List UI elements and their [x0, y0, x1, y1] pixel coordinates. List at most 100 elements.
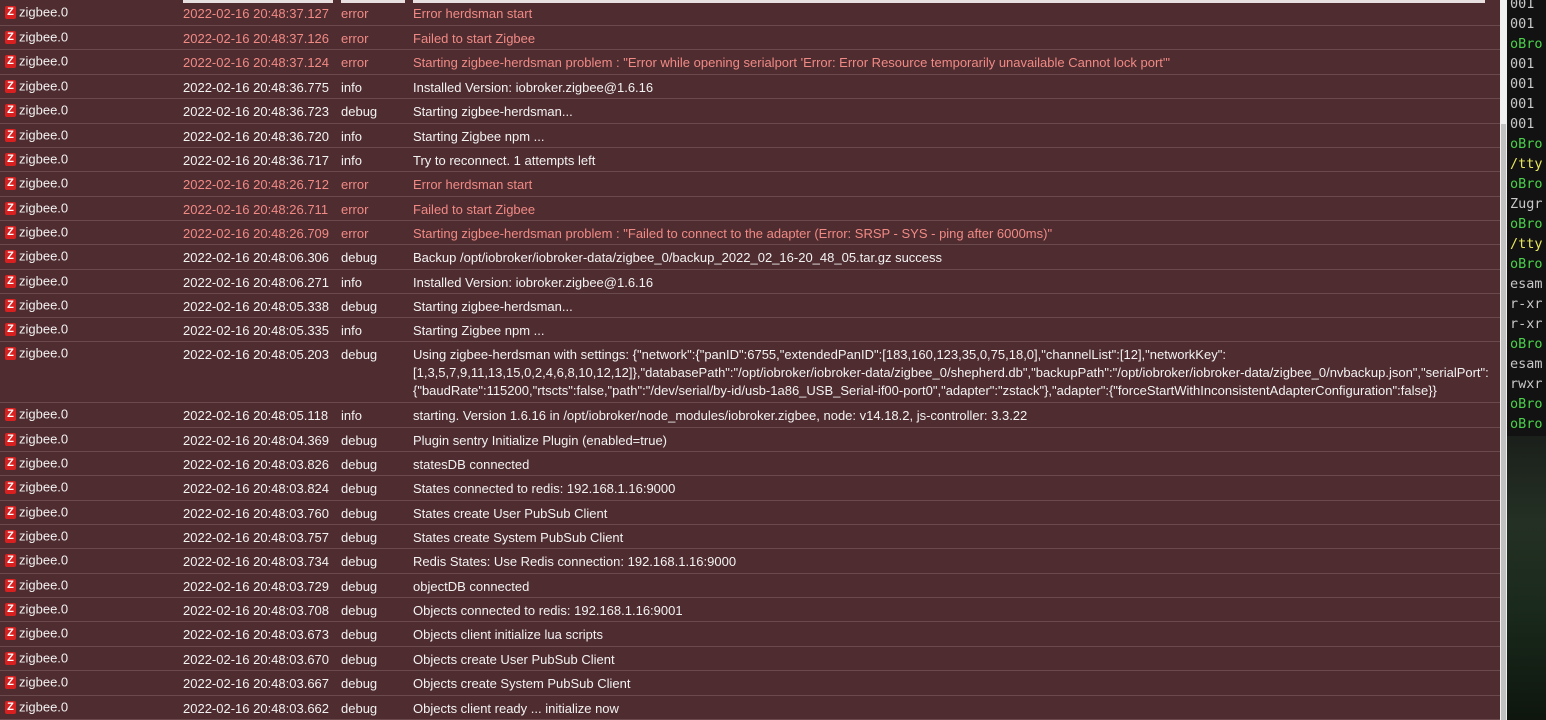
- log-row[interactable]: Zzigbee.0 2022-02-16 20:48:37.124 error Sta…: [0, 50, 1500, 75]
- zigbee-adapter-icon: Z: [5, 153, 16, 167]
- log-message: States create System PubSub Client: [413, 530, 624, 545]
- log-row[interactable]: Zzigbee.0 2022-02-16 20:48:05.335 info Star…: [0, 318, 1500, 342]
- log-row[interactable]: Zzigbee.0 2022-02-16 20:48:36.775 info Inst…: [0, 75, 1500, 99]
- log-source-name: zigbee.0: [19, 151, 69, 167]
- terminal-line: 001: [1510, 116, 1535, 132]
- log-row[interactable]: Zzigbee.0 2022-02-16 20:48:37.127 error Err…: [0, 0, 1500, 26]
- log-severity: info: [341, 153, 362, 168]
- log-source-name: zigbee.0: [19, 345, 69, 361]
- terminal-line: oBro: [1510, 336, 1543, 352]
- log-row[interactable]: Zzigbee.0 2022-02-16 20:48:26.712 error Err…: [0, 172, 1500, 197]
- log-time: 2022-02-16 20:48:37.126: [183, 31, 330, 46]
- log-message: objectDB connected: [413, 579, 530, 594]
- log-row[interactable]: Zzigbee.0 2022-02-16 20:48:05.203 debug Usi…: [0, 342, 1500, 403]
- log-severity: error: [341, 55, 369, 70]
- log-source-name: zigbee.0: [19, 4, 69, 20]
- log-row[interactable]: Zzigbee.0 2022-02-16 20:48:03.826 debug sta…: [0, 452, 1500, 476]
- log-source: Zzigbee.0: [5, 698, 68, 717]
- log-row[interactable]: Zzigbee.0 2022-02-16 20:48:05.338 debug Sta…: [0, 294, 1500, 318]
- log-source: Zzigbee.0: [5, 3, 68, 22]
- zigbee-adapter-icon: Z: [5, 55, 16, 69]
- log-source: Zzigbee.0: [5, 150, 68, 169]
- log-source: Zzigbee.0: [5, 649, 68, 668]
- log-source: Zzigbee.0: [5, 600, 68, 619]
- log-time: 2022-02-16 20:48:03.667: [183, 676, 330, 691]
- log-message: Objects create User PubSub Client: [413, 652, 615, 667]
- log-row[interactable]: Zzigbee.0 2022-02-16 20:48:36.723 debug Sta…: [0, 99, 1500, 124]
- zigbee-adapter-icon: Z: [5, 104, 16, 118]
- log-severity: debug: [341, 652, 378, 667]
- log-message: Installed Version: iobroker.zigbee@1.6.1…: [413, 275, 654, 290]
- log-severity: error: [341, 202, 369, 217]
- log-row[interactable]: Zzigbee.0 2022-02-16 20:48:03.667 debug Obj…: [0, 671, 1500, 696]
- log-source: Zzigbee.0: [5, 272, 68, 291]
- log-source: Zzigbee.0: [5, 296, 68, 315]
- scrollbar[interactable]: [1500, 0, 1507, 720]
- log-source-name: zigbee.0: [19, 200, 69, 216]
- log-row[interactable]: Zzigbee.0 2022-02-16 20:48:03.673 debug Obj…: [0, 622, 1500, 647]
- log-row[interactable]: Zzigbee.0 2022-02-16 20:48:37.126 error Fai…: [0, 26, 1500, 50]
- zigbee-adapter-icon: Z: [5, 457, 16, 471]
- log-row[interactable]: Zzigbee.0 2022-02-16 20:48:04.369 debug Plu…: [0, 428, 1500, 452]
- log-source: Zzigbee.0: [5, 28, 68, 47]
- zigbee-adapter-icon: Z: [5, 6, 16, 20]
- log-source: Zzigbee.0: [5, 344, 68, 363]
- log-row[interactable]: Zzigbee.0 2022-02-16 20:48:36.720 info Star…: [0, 124, 1500, 148]
- log-row[interactable]: Zzigbee.0 2022-02-16 20:48:03.824 debug Sta…: [0, 476, 1500, 501]
- scrollbar-thumb[interactable]: [1501, 124, 1506, 720]
- log-row[interactable]: Zzigbee.0 2022-02-16 20:48:03.670 debug Obj…: [0, 647, 1500, 671]
- log-severity: debug: [341, 554, 378, 569]
- terminal-line: rwxr: [1510, 376, 1543, 392]
- log-message: Error herdsman start: [413, 177, 533, 192]
- log-source-name: zigbee.0: [19, 297, 69, 313]
- log-row[interactable]: Zzigbee.0 2022-02-16 20:48:03.757 debug Sta…: [0, 525, 1500, 549]
- log-severity: debug: [341, 530, 378, 545]
- log-row[interactable]: Zzigbee.0 2022-02-16 20:48:03.734 debug Red…: [0, 549, 1500, 574]
- log-row[interactable]: Zzigbee.0 2022-02-16 20:48:26.709 error Sta…: [0, 221, 1500, 245]
- log-time: 2022-02-16 20:48:37.124: [183, 55, 330, 70]
- zigbee-adapter-icon: Z: [5, 202, 16, 216]
- log-row[interactable]: Zzigbee.0 2022-02-16 20:48:05.118 info star…: [0, 403, 1500, 428]
- terminal-line: esam: [1510, 276, 1543, 292]
- log-row[interactable]: Zzigbee.0 2022-02-16 20:48:03.729 debug obj…: [0, 574, 1500, 598]
- desktop-background: [1507, 436, 1546, 720]
- log-source: Zzigbee.0: [5, 405, 68, 424]
- log-row[interactable]: Zzigbee.0 2022-02-16 20:48:03.708 debug Obj…: [0, 598, 1500, 622]
- log-severity: debug: [341, 627, 378, 642]
- log-message: Starting zigbee-herdsman...: [413, 104, 573, 119]
- log-source-name: zigbee.0: [19, 504, 69, 520]
- log-severity: info: [341, 323, 362, 338]
- log-message: Starting zigbee-herdsman problem : "Erro…: [413, 55, 1170, 70]
- log-row[interactable]: Zzigbee.0 2022-02-16 20:48:03.662 debug Obj…: [0, 696, 1500, 720]
- log-row[interactable]: Zzigbee.0 2022-02-16 20:48:06.271 info Inst…: [0, 270, 1500, 294]
- log-source-name: zigbee.0: [19, 321, 69, 337]
- log-time: 2022-02-16 20:48:26.712: [183, 177, 330, 192]
- log-time: 2022-02-16 20:48:36.720: [183, 129, 330, 144]
- zigbee-adapter-icon: Z: [5, 652, 16, 666]
- log-time: 2022-02-16 20:48:03.824: [183, 481, 330, 496]
- log-source: Zzigbee.0: [5, 478, 68, 497]
- log-message: Objects connected to redis: 192.168.1.16…: [413, 603, 683, 618]
- log-severity: info: [341, 275, 362, 290]
- log-message: starting. Version 1.6.16 in /opt/iobroke…: [413, 408, 1028, 423]
- zigbee-adapter-icon: Z: [5, 31, 16, 45]
- terminal-line: 001: [1510, 96, 1535, 112]
- log-row[interactable]: Zzigbee.0 2022-02-16 20:48:26.711 error Fai…: [0, 197, 1500, 221]
- terminal-line: 001: [1510, 0, 1535, 12]
- log-source: Zzigbee.0: [5, 503, 68, 522]
- log-time: 2022-02-16 20:48:06.271: [183, 275, 330, 290]
- log-time: 2022-02-16 20:48:26.709: [183, 226, 330, 241]
- log-source-name: zigbee.0: [19, 528, 69, 544]
- log-message: Objects client initialize lua scripts: [413, 627, 604, 642]
- zigbee-adapter-icon: Z: [5, 129, 16, 143]
- zigbee-adapter-icon: Z: [5, 299, 16, 313]
- log-row[interactable]: Zzigbee.0 2022-02-16 20:48:03.760 debug Sta…: [0, 501, 1500, 525]
- log-message: Objects create System PubSub Client: [413, 676, 631, 691]
- log-source-name: zigbee.0: [19, 601, 69, 617]
- log-source-name: zigbee.0: [19, 29, 69, 45]
- log-time: 2022-02-16 20:48:03.670: [183, 652, 330, 667]
- zigbee-adapter-icon: Z: [5, 701, 16, 715]
- log-row[interactable]: Zzigbee.0 2022-02-16 20:48:36.717 info Try …: [0, 148, 1500, 172]
- log-time: 2022-02-16 20:48:36.723: [183, 104, 330, 119]
- log-row[interactable]: Zzigbee.0 2022-02-16 20:48:06.306 debug Bac…: [0, 245, 1500, 270]
